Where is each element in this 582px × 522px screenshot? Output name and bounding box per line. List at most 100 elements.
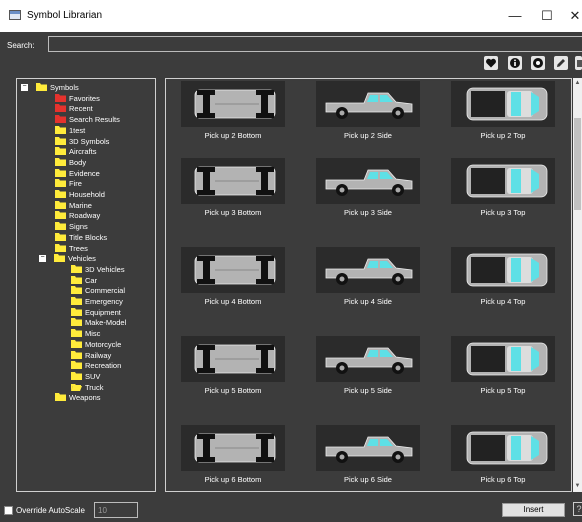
tree-item-label: Car: [85, 275, 98, 285]
folder-icon: [55, 125, 66, 134]
folder-icon: [71, 361, 82, 370]
symbol-label: Pick up 5 Side: [344, 386, 392, 395]
symbol-tile[interactable]: Pick up 3 Top: [451, 158, 555, 238]
folder-icon: [55, 190, 66, 198]
truck-side-icon: [325, 92, 413, 119]
scroll-up-icon[interactable]: ▲: [574, 79, 581, 87]
tree-item-label: Trees: [69, 243, 88, 253]
symbol-thumbnail: [181, 158, 285, 204]
override-autoscale-checkbox[interactable]: [4, 506, 13, 515]
tree-item-label: Title Blocks: [69, 232, 108, 242]
grid-scrollbar[interactable]: ▲ ▼: [573, 78, 582, 492]
symbol-tile[interactable]: Pick up 4 Side: [316, 247, 420, 327]
folder-icon: [71, 297, 82, 305]
folder-icon: [55, 243, 66, 252]
symbol-thumbnail: [181, 336, 285, 382]
maximize-button[interactable]: ☐: [532, 6, 562, 26]
folder-icon: [55, 93, 66, 102]
tree-item-label: Household: [69, 190, 105, 199]
symbol-tile[interactable]: Pick up 3 Bottom: [181, 158, 285, 238]
symbol-tile[interactable]: Pick up 5 Side: [316, 336, 420, 416]
symbol-label: Pick up 3 Side: [344, 208, 392, 217]
symbol-thumbnail: [316, 247, 420, 293]
symbol-tile[interactable]: Pick up 2 Top: [451, 81, 555, 161]
symbol-label: Pick up 2 Side: [344, 131, 392, 140]
folder-icon: [36, 83, 47, 91]
truck-bottom-icon: [194, 344, 276, 374]
folder-icon: [55, 147, 66, 156]
symbol-label: Pick up 4 Top: [480, 297, 526, 306]
tree-item-label: Vehicles: [68, 254, 96, 264]
edit-button[interactable]: [554, 56, 568, 70]
symbol-tile[interactable]: Pick up 6 Side: [316, 425, 420, 491]
help-button[interactable]: ?: [573, 502, 582, 516]
search-input[interactable]: [48, 36, 582, 52]
collapse-icon[interactable]: −: [21, 83, 28, 91]
folder-icon: [71, 339, 82, 348]
tree-item-label: Truck: [85, 382, 104, 392]
symbol-tile[interactable]: Pick up 6 Bottom: [181, 425, 285, 491]
symbol-thumbnail: [451, 158, 555, 204]
collapse-icon[interactable]: −: [39, 254, 46, 263]
symbol-thumbnail: [316, 425, 420, 471]
folder-icon: [71, 318, 82, 327]
symbol-thumbnail: [451, 425, 555, 471]
autoscale-input[interactable]: [94, 502, 138, 518]
symbol-tile[interactable]: Pick up 2 Bottom: [181, 81, 285, 161]
symbol-thumbnail: [181, 81, 285, 127]
symbol-label: Pick up 2 Top: [480, 131, 526, 140]
truck-bottom-icon: [194, 89, 276, 119]
symbol-tile[interactable]: Pick up 2 Side: [316, 81, 420, 161]
symbol-thumbnail: [316, 81, 420, 127]
edit-icon: [557, 59, 565, 67]
favorite-button[interactable]: [484, 56, 498, 70]
symbol-thumbnail: [451, 81, 555, 127]
tree-item-label: Body: [69, 157, 87, 167]
symbol-label: Pick up 2 Bottom: [204, 131, 262, 140]
symbol-tile[interactable]: Pick up 5 Top: [451, 336, 555, 416]
scroll-down-icon[interactable]: ▼: [574, 482, 581, 490]
tree-item-label: Fire: [69, 179, 82, 189]
truck-top-icon: [466, 253, 548, 287]
symbol-label: Pick up 4 Side: [344, 297, 392, 306]
tree-item-label: Search Results: [69, 115, 120, 125]
tree-item-label: Evidence: [69, 168, 100, 178]
truck-top-icon: [466, 431, 548, 465]
folder-icon: [71, 371, 82, 380]
folder-icon: [55, 136, 66, 145]
override-autoscale-label: Override AutoScale: [16, 506, 85, 515]
symbol-label: Pick up 6 Side: [344, 475, 392, 484]
tree-item-label: Make-Model: [85, 318, 127, 328]
symbol-tile[interactable]: Pick up 3 Side: [316, 158, 420, 238]
settings-button[interactable]: [531, 56, 545, 70]
category-tree[interactable]: − Symbols Favorites Recent Search Results 1te…: [16, 78, 156, 492]
info-button[interactable]: [508, 56, 522, 70]
symbol-tile[interactable]: Pick up 6 Top: [451, 425, 555, 491]
delete-button[interactable]: [575, 56, 582, 70]
insert-button[interactable]: Insert: [502, 503, 565, 517]
symbol-tile[interactable]: Pick up 4 Bottom: [181, 247, 285, 327]
app-icon: [9, 10, 21, 20]
truck-side-icon: [325, 258, 413, 285]
symbol-grid[interactable]: Pick up 2 Bottom Pick up 2 Side Pick up 2 …: [165, 78, 572, 492]
symbol-label: Pick up 6 Bottom: [204, 475, 262, 484]
symbol-tile[interactable]: Pick up 5 Bottom: [181, 336, 285, 416]
search-label: Search:: [7, 41, 35, 50]
folder-icon: [71, 350, 82, 359]
folder-icon: [55, 104, 66, 113]
symbol-label: Pick up 5 Top: [480, 386, 526, 395]
minimize-button[interactable]: —: [500, 6, 530, 26]
symbol-label: Pick up 4 Bottom: [204, 297, 262, 306]
tree-item-label: 3D Symbols: [69, 136, 110, 146]
tree-item-label: Motorcycle: [85, 339, 122, 349]
tree-item-label: Symbols: [50, 83, 79, 92]
folder-icon: [71, 307, 82, 316]
truck-top-icon: [466, 342, 548, 376]
folder-icon: [55, 115, 66, 124]
folder-icon: [55, 222, 66, 231]
folder-icon: [55, 232, 66, 241]
symbol-tile[interactable]: Pick up 4 Top: [451, 247, 555, 327]
tree-item-label: Commercial: [85, 286, 126, 296]
close-button[interactable]: ✕: [560, 6, 582, 26]
scrollbar-thumb[interactable]: [574, 118, 581, 210]
